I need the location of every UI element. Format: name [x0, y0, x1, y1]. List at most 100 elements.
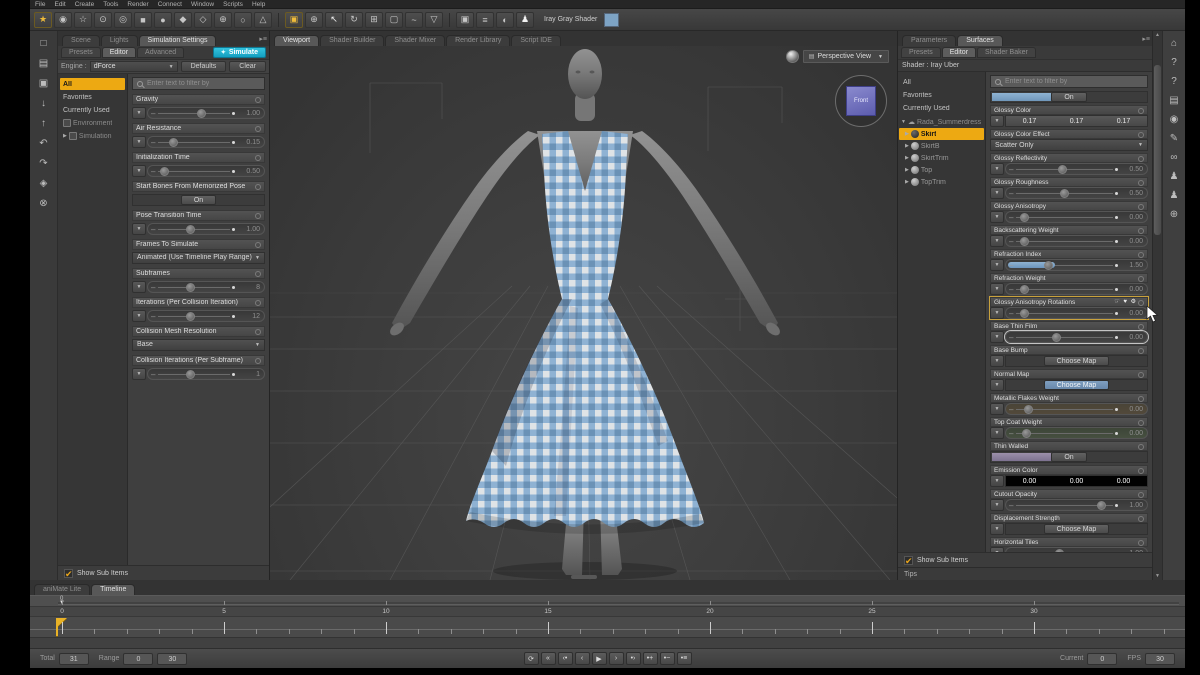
- param-slider[interactable]: –0.50: [147, 165, 265, 177]
- whats-this-icon[interactable]: ?: [1171, 58, 1177, 68]
- tree-node-top[interactable]: ▶Top: [899, 164, 984, 176]
- slider-handle[interactable]: [1058, 165, 1067, 174]
- menu-file[interactable]: File: [35, 1, 45, 8]
- tab-timeline[interactable]: Timeline: [91, 584, 135, 595]
- param-slider[interactable]: –0.15: [147, 136, 265, 148]
- on-button[interactable]: On: [1051, 452, 1086, 462]
- menu-tools[interactable]: Tools: [103, 1, 118, 8]
- param-slider[interactable]: –1.00: [1005, 499, 1148, 511]
- active-pose-tool-icon[interactable]: ~: [405, 12, 423, 28]
- category-environment[interactable]: Environment: [60, 117, 125, 129]
- tips-bar[interactable]: Tips: [898, 567, 1152, 580]
- param-expand-button[interactable]: ▼: [990, 235, 1004, 247]
- point-light-create-icon[interactable]: ☆: [74, 12, 92, 28]
- scale-tool-icon[interactable]: ▢: [385, 12, 403, 28]
- home-icon[interactable]: ⌂: [1171, 39, 1177, 49]
- slider-handle[interactable]: [1022, 429, 1031, 438]
- range-start-value[interactable]: 0: [123, 653, 153, 665]
- undo-icon[interactable]: ↶: [39, 139, 47, 149]
- on-button[interactable]: On: [181, 195, 216, 205]
- camera-selector-dropdown[interactable]: ▤ Perspective View ▼: [803, 50, 889, 63]
- pose-tool-icon[interactable]: ◈: [40, 179, 48, 189]
- menu-window[interactable]: Window: [191, 1, 214, 8]
- param-slider[interactable]: –0.50: [1005, 187, 1148, 199]
- slider-handle[interactable]: [1060, 189, 1069, 198]
- timeline-ruler[interactable]: [30, 617, 1185, 638]
- node-selection-tool-icon[interactable]: ↖: [325, 12, 343, 28]
- rotate-tool-icon[interactable]: ↻: [345, 12, 363, 28]
- slider-handle[interactable]: [197, 109, 206, 118]
- tab-parameters[interactable]: Parameters: [902, 35, 956, 46]
- choose-map-button[interactable]: Choose Map: [1044, 524, 1110, 534]
- menu-connect[interactable]: Connect: [158, 1, 182, 8]
- shader-color-swatch[interactable]: [604, 13, 619, 27]
- slider-handle[interactable]: [1044, 261, 1053, 270]
- param-expand-button[interactable]: ▼: [990, 403, 1004, 415]
- param-slider[interactable]: –0.50: [1005, 163, 1148, 175]
- menu-render[interactable]: Render: [127, 1, 148, 8]
- category-favorites[interactable]: Favorites: [900, 89, 983, 101]
- color-value[interactable]: 0.00: [1053, 476, 1100, 486]
- camera-create-icon[interactable]: ◎: [114, 12, 132, 28]
- tab-surfaces[interactable]: Surfaces: [957, 35, 1003, 46]
- category-all[interactable]: All: [60, 78, 125, 90]
- timeline-range-rail[interactable]: 0 ▼: [30, 595, 1185, 607]
- param-slider[interactable]: –1.50: [1005, 259, 1148, 271]
- param-slider[interactable]: –12: [147, 310, 265, 322]
- slider-handle[interactable]: [186, 225, 195, 234]
- param-dropdown[interactable]: Scatter Only▼: [990, 139, 1148, 151]
- render-settings-icon[interactable]: ≡: [476, 12, 494, 28]
- current-frame-value[interactable]: 0: [1087, 653, 1117, 665]
- tree-node-skirt[interactable]: ▶Skirt: [899, 128, 984, 140]
- param-expand-button[interactable]: ▼: [990, 115, 1004, 127]
- subtab-presets[interactable]: Presets: [61, 47, 101, 58]
- delete-keyframe-button[interactable]: •−: [660, 652, 675, 665]
- param-expand-button[interactable]: ▼: [132, 136, 146, 148]
- cube-primitive-icon[interactable]: ■: [134, 12, 152, 28]
- wardrobe-icon[interactable]: ♟: [1170, 191, 1179, 201]
- choose-map-button[interactable]: Choose Map: [1044, 356, 1110, 366]
- fps-value[interactable]: 30: [1145, 653, 1175, 665]
- redo-icon[interactable]: ↷: [39, 159, 47, 169]
- new-document-icon[interactable]: □: [40, 39, 46, 49]
- panel-menu-icon[interactable]: ▸≡: [259, 35, 267, 43]
- param-slider[interactable]: –1.00: [1005, 547, 1148, 552]
- slider-handle[interactable]: [186, 283, 195, 292]
- slider-handle[interactable]: [1024, 405, 1033, 414]
- cylinder-primitive-icon[interactable]: ◆: [174, 12, 192, 28]
- param-slider[interactable]: –0.00: [1005, 427, 1148, 439]
- expand-arrow-icon[interactable]: ▶: [905, 155, 909, 161]
- param-expand-button[interactable]: ▼: [990, 187, 1004, 199]
- show-sub-items-row[interactable]: ✔ Show Sub Items: [898, 552, 1152, 567]
- slider-handle[interactable]: [1020, 237, 1029, 246]
- tree-node-skirtb[interactable]: ▶SkirtB: [899, 140, 984, 152]
- total-frames-value[interactable]: 31: [59, 653, 89, 665]
- param-expand-button[interactable]: ▼: [990, 475, 1004, 487]
- subtab-editor[interactable]: Editor: [102, 47, 136, 58]
- universal-tool-icon[interactable]: ⊕: [305, 12, 323, 28]
- slider-handle[interactable]: [1052, 333, 1061, 342]
- color-value[interactable]: 0.17: [1053, 116, 1100, 126]
- slider-handle[interactable]: [169, 138, 178, 147]
- customize-icon[interactable]: ✎: [1170, 134, 1178, 144]
- loop-playback-button[interactable]: ⟳: [524, 652, 539, 665]
- expand-arrow-icon[interactable]: ▼: [901, 119, 906, 125]
- param-slider[interactable]: –1.00: [147, 107, 265, 119]
- param-expand-button[interactable]: ▼: [132, 223, 146, 235]
- category-all[interactable]: All: [900, 76, 983, 88]
- filter-search-box[interactable]: Enter text to filter by: [132, 77, 265, 90]
- param-slider[interactable]: –1: [147, 368, 265, 380]
- param-expand-button[interactable]: ▼: [132, 310, 146, 322]
- scroll-down-icon[interactable]: ▼: [1153, 573, 1162, 579]
- tab-scene[interactable]: Scene: [62, 35, 100, 46]
- expand-arrow-icon[interactable]: ▶: [905, 167, 909, 173]
- color-value[interactable]: 0.00: [1006, 476, 1053, 486]
- checkbox-checked-icon[interactable]: ✔: [904, 556, 913, 565]
- slider-handle[interactable]: [1020, 309, 1029, 318]
- color-value[interactable]: 0.17: [1006, 116, 1053, 126]
- viewport-resize-handle[interactable]: [571, 575, 597, 579]
- step-back-button[interactable]: ‹: [575, 652, 590, 665]
- param-slider[interactable]: –0.00: [1005, 211, 1148, 223]
- param-expand-button[interactable]: ▼: [990, 163, 1004, 175]
- on-button[interactable]: On: [1051, 92, 1086, 102]
